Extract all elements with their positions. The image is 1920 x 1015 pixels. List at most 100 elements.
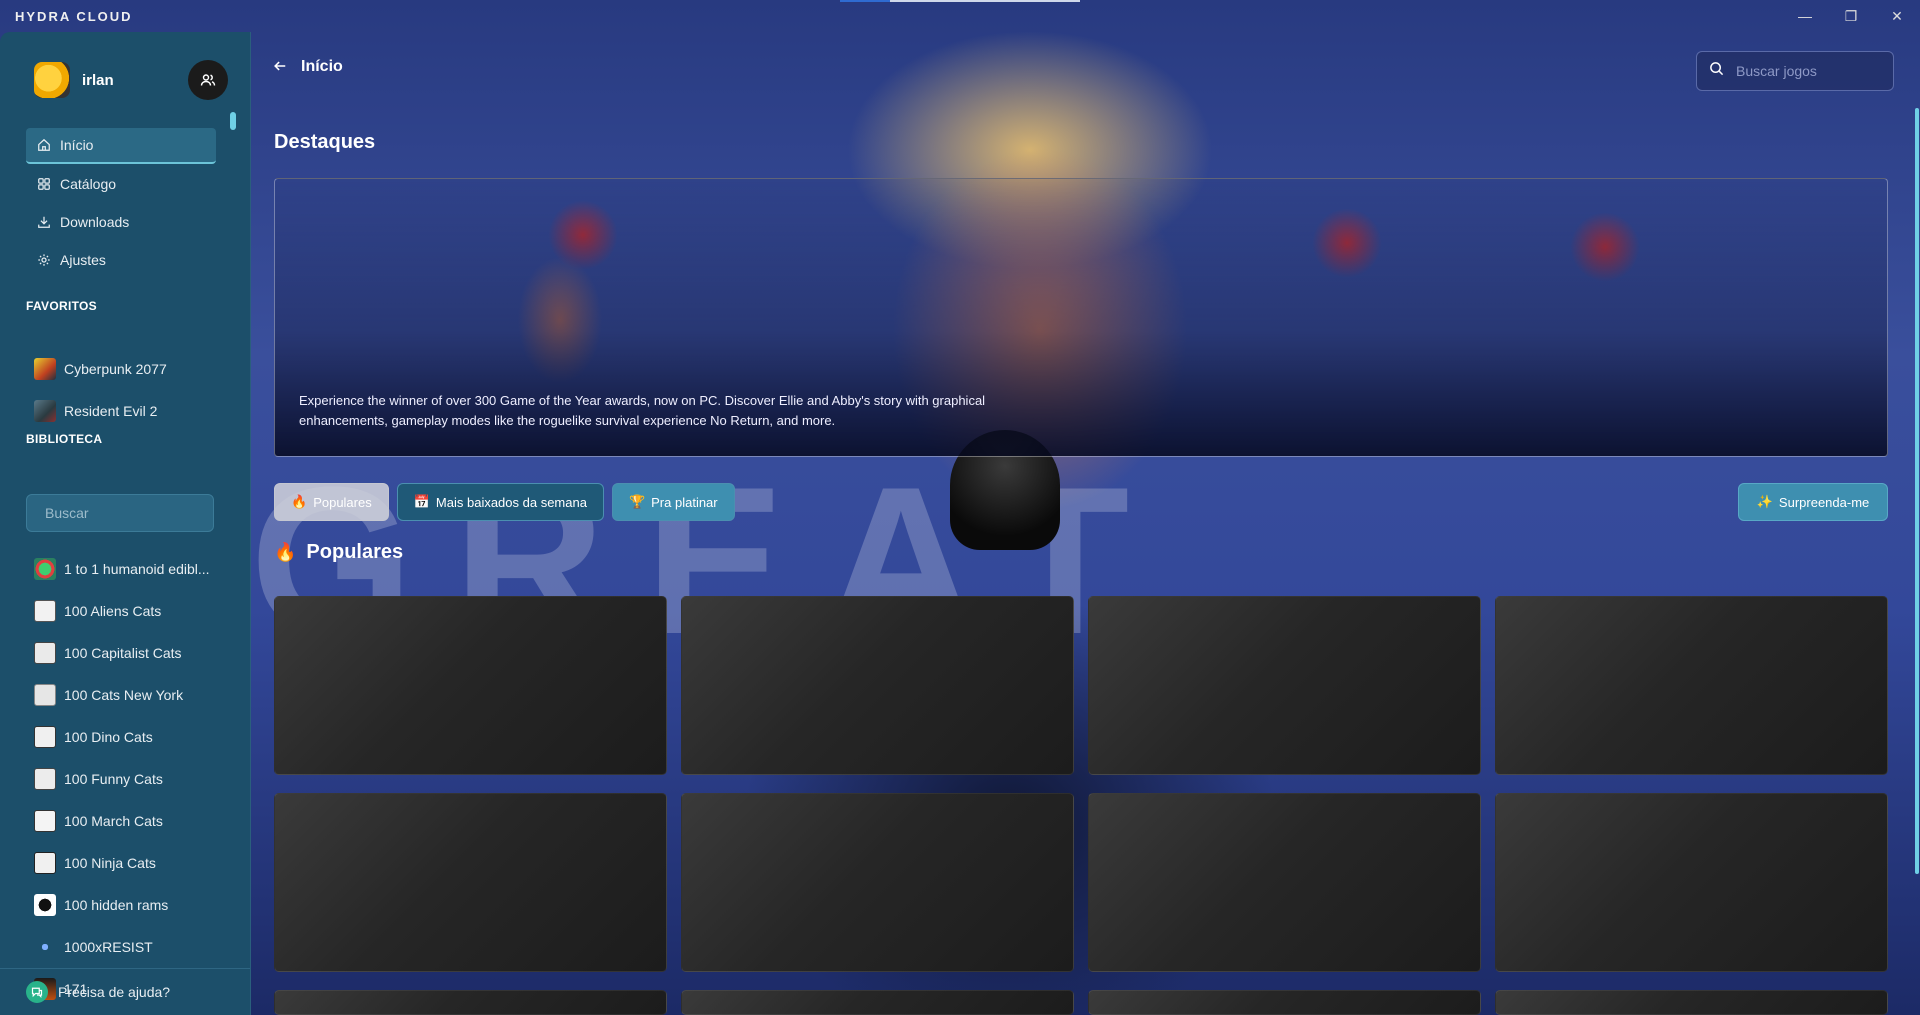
featured-hero[interactable]: Experience the winner of over 300 Game o… (274, 178, 1888, 457)
trophy-icon: 🏆 (628, 494, 646, 509)
game-card-skeleton[interactable] (1495, 596, 1888, 775)
avatar (34, 62, 70, 98)
game-card-skeleton[interactable] (274, 596, 667, 775)
popular-section-title: 🔥 Populares (274, 541, 403, 564)
game-card-skeleton[interactable] (1495, 990, 1888, 1015)
fire-icon: 🔥 (274, 542, 297, 562)
game-icon (34, 852, 56, 874)
nav-item-catalogo[interactable]: Catálogo (26, 166, 216, 202)
search-games-box[interactable] (1696, 51, 1894, 91)
game-title: Resident Evil 2 (64, 403, 158, 419)
section-title: Populares (306, 541, 404, 563)
download-icon (36, 214, 52, 230)
category-filters: 🔥 Populares 📅 Mais baixados da semana 🏆 … (274, 483, 743, 521)
library-item[interactable]: 100 Ninja Cats (26, 842, 226, 884)
profile[interactable]: irlan (22, 56, 228, 104)
game-card-skeleton[interactable] (1495, 793, 1888, 972)
game-icon (34, 642, 56, 664)
search-games-input[interactable] (1734, 62, 1878, 80)
filter-label: Mais baixados da semana (435, 494, 587, 510)
game-title: 100 hidden rams (64, 897, 169, 913)
game-title: 100 March Cats (64, 813, 163, 829)
main-scrollbar[interactable] (1915, 108, 1919, 874)
game-title: 1 to 1 humanoid edibl... (64, 561, 210, 577)
game-card-skeleton[interactable] (1088, 990, 1481, 1015)
title-bar: HYDRA CLOUD — ❐ ✕ (0, 0, 1920, 32)
game-icon (34, 558, 56, 580)
game-card-skeleton[interactable] (1088, 596, 1481, 775)
game-title: 100 Dino Cats (64, 729, 153, 745)
nav-item-ajustes[interactable]: Ajustes (26, 242, 216, 278)
favorites-title: FAVORITOS (26, 299, 97, 313)
surprise-label: Surpreenda-me (1778, 494, 1870, 510)
game-title: Cyberpunk 2077 (64, 361, 167, 377)
username: irlan (82, 71, 114, 89)
favorite-item[interactable]: Cyberpunk 2077 (26, 348, 226, 390)
game-card-skeleton[interactable] (681, 596, 1074, 775)
library-item[interactable]: 100 hidden rams (26, 884, 226, 926)
library-item[interactable]: 100 Dino Cats (26, 716, 226, 758)
game-card-skeleton[interactable] (274, 793, 667, 972)
sidebar: irlan Início Catálogo Downloads Ajustes … (0, 32, 251, 1015)
game-title: 100 Aliens Cats (64, 603, 162, 619)
game-icon (34, 894, 56, 916)
highlights-title: Destaques (274, 131, 376, 153)
page-title: Início (301, 58, 343, 75)
main-content: Início Destaques Experience the winner o… (251, 32, 1920, 1015)
surprise-me-button[interactable]: ✨ Surpreenda-me (1738, 483, 1888, 521)
game-icon (34, 400, 56, 422)
library-item[interactable]: 100 Capitalist Cats (26, 632, 226, 674)
filter-weekly-downloads[interactable]: 📅 Mais baixados da semana (396, 483, 604, 521)
game-title: 100 Funny Cats (64, 771, 163, 787)
game-icon (34, 726, 56, 748)
game-card-skeleton[interactable] (681, 793, 1074, 972)
home-icon (36, 137, 52, 153)
nav-label: Início (60, 137, 94, 153)
nav-label: Catálogo (60, 176, 117, 192)
game-title: 100 Cats New York (64, 687, 184, 703)
friends-icon (200, 74, 216, 86)
game-icon (34, 684, 56, 706)
nav-label: Downloads (60, 214, 130, 230)
game-icon (34, 768, 56, 790)
filter-label: Populares (313, 494, 372, 510)
favorite-item[interactable]: Resident Evil 2 (26, 390, 226, 432)
game-card-skeleton[interactable] (274, 990, 667, 1015)
game-icon (34, 600, 56, 622)
nav-item-inicio[interactable]: Início (26, 128, 216, 164)
hero-description: Experience the winner of over 300 Game o… (299, 393, 986, 428)
back-arrow-icon[interactable] (273, 57, 287, 78)
loading-bar (840, 0, 1080, 2)
game-title: 100 Capitalist Cats (64, 645, 182, 661)
search-icon (1709, 61, 1724, 81)
sidebar-nav: Início Catálogo Downloads Ajustes (26, 128, 216, 280)
filter-populares[interactable]: 🔥 Populares (274, 483, 389, 521)
minimize-button[interactable]: — (1782, 0, 1828, 32)
library-search-input[interactable]: Buscar (26, 494, 214, 532)
sidebar-scrollbar[interactable] (230, 112, 236, 130)
restore-button[interactable]: ❐ (1828, 0, 1874, 32)
library-item[interactable]: 100 Funny Cats (26, 758, 226, 800)
favorites-list: Cyberpunk 2077 Resident Evil 2 (26, 348, 226, 432)
game-icon (34, 810, 56, 832)
app-title: HYDRA CLOUD (15, 8, 133, 24)
filter-platinum[interactable]: 🏆 Pra platinar (611, 483, 735, 521)
library-item[interactable]: 1000xRESIST (26, 926, 226, 968)
friends-button[interactable] (188, 60, 228, 100)
close-button[interactable]: ✕ (1874, 0, 1920, 32)
library-item[interactable]: 100 Cats New York (26, 674, 226, 716)
gear-icon (36, 252, 52, 268)
game-card-skeleton[interactable] (681, 990, 1074, 1015)
nav-item-downloads[interactable]: Downloads (26, 204, 216, 240)
library-title: BIBLIOTECA (26, 432, 103, 446)
filter-label: Pra platinar (651, 494, 718, 510)
game-icon (34, 358, 56, 380)
library-item[interactable]: 1 to 1 humanoid edibl... (26, 548, 226, 590)
calendar-icon: 📅 (413, 494, 430, 509)
game-card-skeleton[interactable] (1088, 793, 1481, 972)
library-item[interactable]: 100 Aliens Cats (26, 590, 226, 632)
game-icon (34, 936, 56, 958)
help-button[interactable]: Precisa de ajuda? (0, 968, 250, 1015)
page-header: Início (273, 52, 343, 82)
library-item[interactable]: 100 March Cats (26, 800, 226, 842)
